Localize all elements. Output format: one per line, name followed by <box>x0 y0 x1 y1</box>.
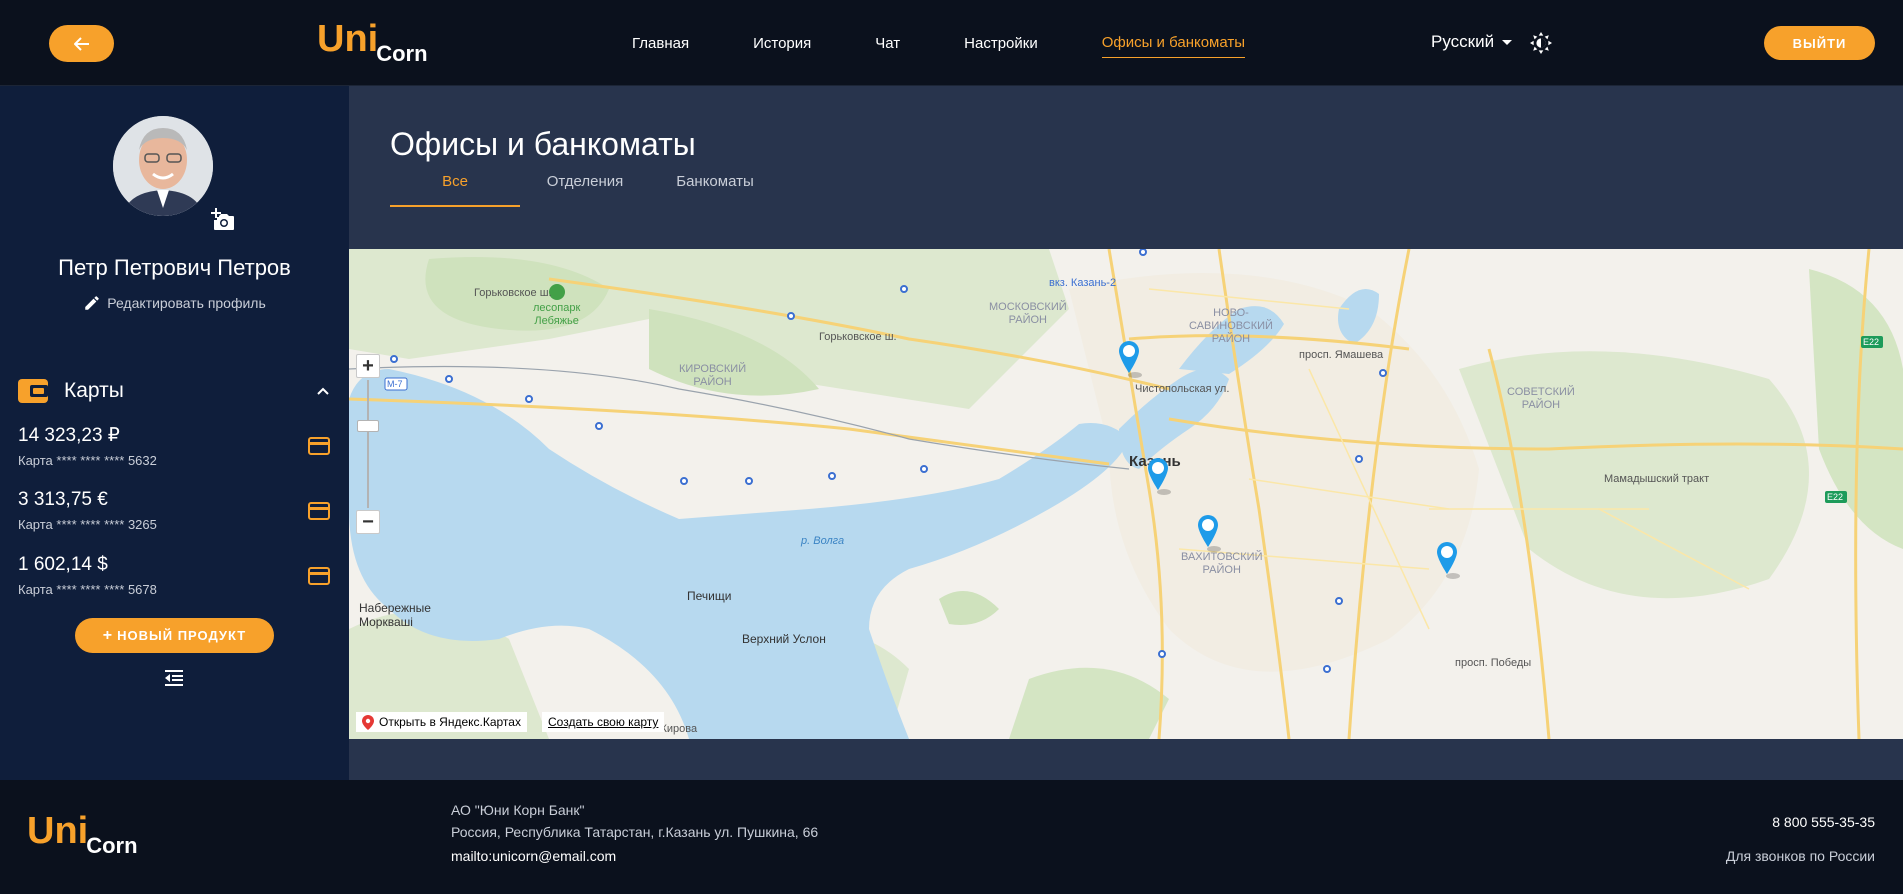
camera-add-icon[interactable] <box>210 208 236 232</box>
credit-card-icon <box>308 437 330 455</box>
map-zoom-control: + − <box>356 354 380 534</box>
tab-atms[interactable]: Банкоматы <box>650 173 780 207</box>
credit-card-icon <box>308 567 330 585</box>
logo-corn: Corn <box>86 833 138 858</box>
card-item[interactable]: 1 602,14 $ Карта **** **** **** 5678 <box>18 554 330 604</box>
map-label-station: вкз. Казань-2 <box>1049 277 1117 289</box>
wallet-icon <box>18 379 48 403</box>
map-pin-icon[interactable] <box>1117 339 1145 379</box>
zoom-track <box>367 380 369 508</box>
new-product-label: НОВЫЙ ПРОДУКТ <box>117 628 247 643</box>
language-label: Русский <box>1431 32 1495 51</box>
theme-toggle-icon[interactable] <box>1530 32 1552 54</box>
collapse-sidebar-icon[interactable] <box>164 668 184 688</box>
nav-home[interactable]: Главная <box>632 29 689 58</box>
edit-profile-link[interactable]: Редактировать профиль <box>0 294 349 312</box>
map-canvas <box>349 249 1903 739</box>
footer-logo[interactable]: UniCorn <box>27 810 138 857</box>
map-label-district: СОВЕТСКИЙ РАЙОН <box>1507 386 1575 411</box>
nav-history[interactable]: История <box>753 29 811 58</box>
card-number: Карта **** **** **** 5678 <box>18 582 157 597</box>
top-header: UniCorn Главная История Чат Настройки Оф… <box>0 0 1903 86</box>
card-number: Карта **** **** **** 5632 <box>18 453 157 468</box>
map-label-river: р. Волга <box>801 535 845 547</box>
map-label-district: НОВО- САВИНОВСКИЙ РАЙОН <box>1189 307 1273 345</box>
nav-offices-atms[interactable]: Офисы и банкоматы <box>1101 28 1246 58</box>
map-road-shield: М-7 <box>387 379 403 389</box>
logo-corn: Corn <box>376 41 428 66</box>
back-button[interactable] <box>49 25 114 62</box>
card-balance: 3 313,75 € <box>18 489 108 510</box>
create-map-link[interactable]: Создать свою карту <box>542 712 665 732</box>
map-label-road: Мамадышский тракт <box>1604 473 1710 485</box>
zoom-out-button[interactable]: − <box>356 510 380 534</box>
main-nav: Главная История Чат Настройки Офисы и ба… <box>600 0 1277 86</box>
footer-org-name: АО "Юни Корн Банк" <box>451 802 585 818</box>
caret-down-icon <box>1502 39 1513 45</box>
map-pin-icon[interactable] <box>1435 540 1463 580</box>
map-label-town: Набережные Морквашi <box>359 601 431 629</box>
map-pin-icon[interactable] <box>1196 513 1224 553</box>
main-bottom-strip <box>349 739 1903 780</box>
footer-phone-note: Для звонков по России <box>1725 848 1875 864</box>
page-title: Офисы и банкоматы <box>390 126 696 162</box>
map-label-district: ВАХИТОВСКИЙ РАЙОН <box>1181 551 1263 576</box>
footer-address: Россия, Республика Татарстан, г.Казань у… <box>451 824 819 840</box>
map-road-shield: E22 <box>1827 492 1844 502</box>
nav-chat[interactable]: Чат <box>875 29 900 58</box>
map-label-park: лесопарк Лебяжье <box>533 302 581 327</box>
avatar <box>113 116 213 216</box>
map-road-shield: E22 <box>1863 337 1880 347</box>
map-label-road: просп. Победы <box>1455 657 1532 669</box>
nav-settings[interactable]: Настройки <box>964 29 1038 58</box>
zoom-slider-handle[interactable] <box>357 420 379 432</box>
map-label-road: Горьковское ш. <box>819 331 897 343</box>
open-yandex-maps-label: Открыть в Яндекс.Картах <box>379 715 521 729</box>
avatar-image <box>113 116 213 216</box>
card-item[interactable]: 3 313,75 € Карта **** **** **** 3265 <box>18 489 330 539</box>
chevron-up-icon[interactable] <box>316 384 330 398</box>
open-yandex-maps-button[interactable]: Открыть в Яндекс.Картах <box>356 712 527 732</box>
card-number: Карта **** **** **** 3265 <box>18 517 157 532</box>
map-label-road: Горьковское ш. <box>474 287 552 299</box>
offices-map[interactable]: лесопарк Лебяжье МОСКОВСКИЙ РАЙОН НОВО- САВ… <box>349 249 1903 739</box>
plus-icon: + <box>102 626 114 644</box>
map-label-road: Чистопольская ул. <box>1135 383 1230 395</box>
credit-card-icon <box>308 502 330 520</box>
logo[interactable]: UniCorn <box>317 18 428 65</box>
footer: UniCorn АО "Юни Корн Банк" Россия, Респу… <box>0 780 1903 894</box>
location-pin-icon <box>362 714 374 730</box>
tab-branches[interactable]: Отделения <box>520 173 650 207</box>
card-balance: 1 602,14 $ <box>18 554 108 575</box>
page-header: Офисы и банкоматы Все Отделения Банкомат… <box>349 86 1903 249</box>
footer-phone[interactable]: 8 800 555-35-35 <box>1772 814 1875 830</box>
edit-profile-label: Редактировать профиль <box>107 295 266 311</box>
logo-uni: Uni <box>27 810 89 852</box>
language-select[interactable]: Русский <box>1431 32 1513 52</box>
cards-title: Карты <box>64 379 124 402</box>
logout-button[interactable]: ВЫЙТИ <box>1764 26 1875 60</box>
profile-sidebar: Петр Петрович Петров Редактировать профи… <box>0 86 349 780</box>
map-label-road: просп. Ямашева <box>1299 349 1384 361</box>
logo-uni: Uni <box>317 18 379 60</box>
map-pin-icon[interactable] <box>1146 456 1174 496</box>
pencil-icon <box>85 296 99 310</box>
arrow-left-icon <box>73 36 89 51</box>
zoom-in-button[interactable]: + <box>356 354 380 378</box>
map-label-town: Печищи <box>687 589 732 603</box>
cards-section-header[interactable]: Карты <box>18 376 330 406</box>
tab-all[interactable]: Все <box>390 173 520 207</box>
user-name: Петр Петрович Петров <box>58 255 291 280</box>
card-item[interactable]: 14 323,23 ₽ Карта **** **** **** 5632 <box>18 424 330 474</box>
map-label-town: Верхний Услон <box>742 632 826 646</box>
footer-email-link[interactable]: mailto:unicorn@email.com <box>451 848 616 864</box>
map-label-district: КИРОВСКИЙ РАЙОН <box>679 363 747 388</box>
new-product-button[interactable]: + НОВЫЙ ПРОДУКТ <box>75 618 274 653</box>
map-label-district: МОСКОВСКИЙ РАЙОН <box>989 301 1067 326</box>
card-balance: 14 323,23 ₽ <box>18 425 120 446</box>
